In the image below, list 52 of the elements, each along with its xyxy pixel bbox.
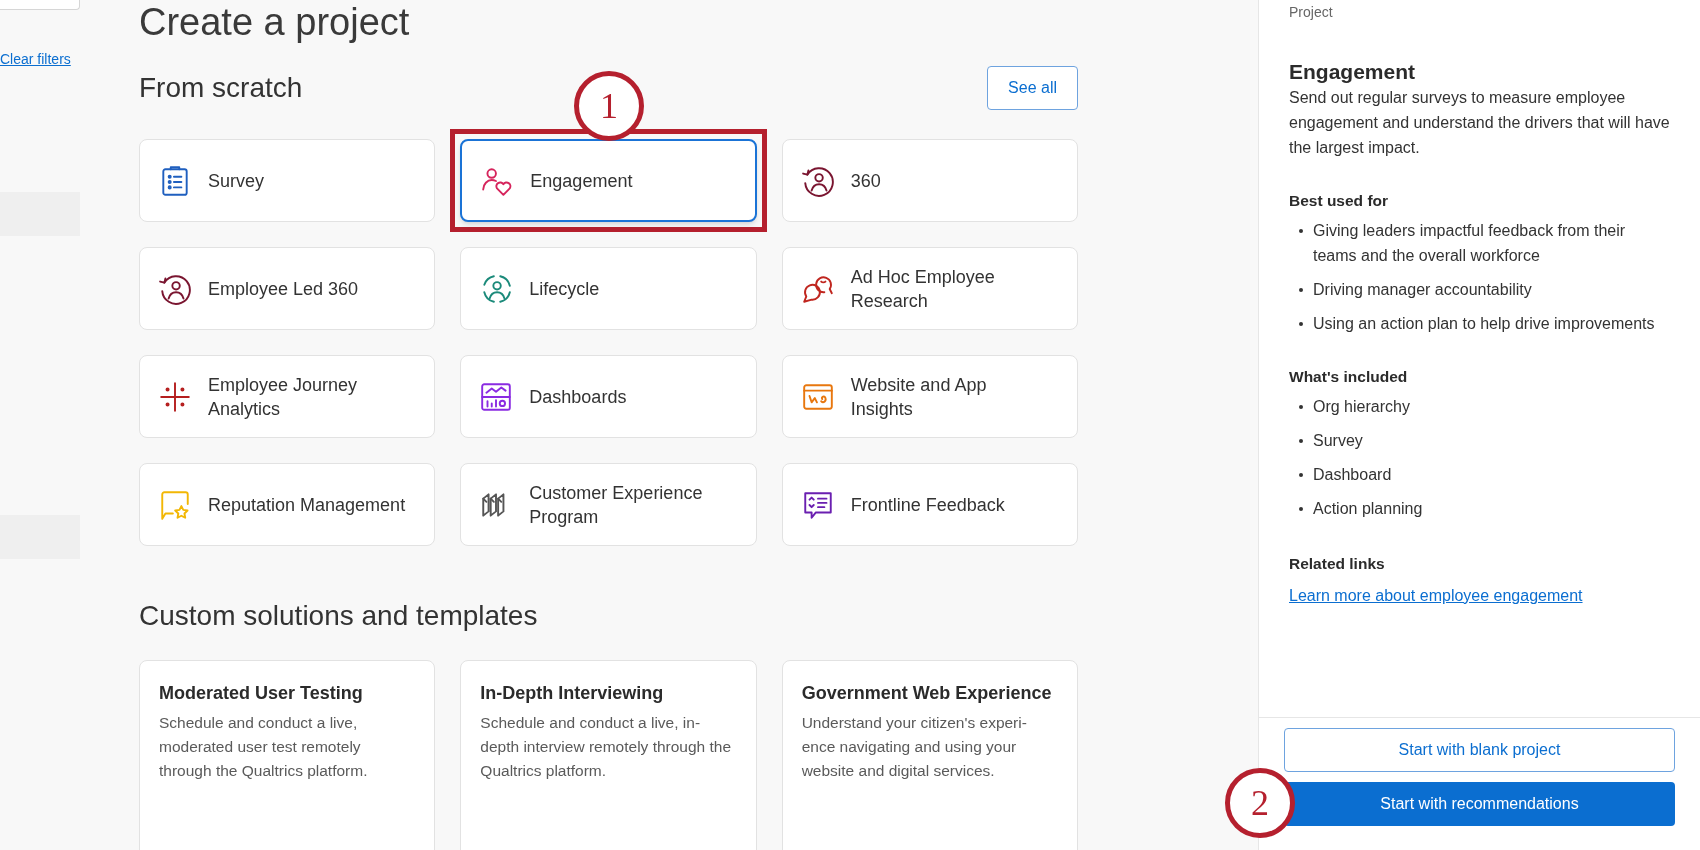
list-item: Survey [1313,431,1363,451]
list-item: Dashboard [1313,465,1392,485]
template-description: Understand your citizen's experi-ence navigating and using your website and digital services. [801,713,1028,781]
list-item: Driving manager accountability [1313,280,1532,300]
template-card[interactable]: In-Depth Interviewing Schedule and conduct a live, in-depth interview remotely through the Qualtrics platform. [460,660,757,850]
bullet-icon [1299,507,1303,511]
list-item: Org hierarchy [1313,397,1410,417]
template-description: Schedule and conduct a live, in-depth interview remotely through the Qualtrics platform. [480,713,733,781]
clear-filters-link[interactable]: Clear filters [0,50,80,68]
panel-title: Engagement [1289,59,1417,85]
template-card[interactable]: Moderated User Testing Schedule and conduct a live, moderated user test remotely through the Qualtrics platform. [139,660,436,850]
project-type-card[interactable]: Lifecycle [460,247,757,330]
bullet-icon [1299,322,1303,326]
project-type-card[interactable]: Website and App Insights [781,355,1078,438]
project-type-card[interactable]: Customer Experience Program [460,463,757,546]
list-item: Using an action plan to help drive improvements [1313,314,1655,334]
filter-field[interactable] [0,0,80,10]
bullet-icon [1299,229,1303,233]
panel-section-heading: What's included [1289,367,1409,387]
learn-more-link[interactable]: Learn more about employee engagement [1289,585,1670,607]
step-callout: 2 [1225,768,1295,838]
step-callout: 1 [574,71,644,141]
project-type-card[interactable]: Survey [139,139,436,222]
see-all-button[interactable]: See all [987,66,1078,110]
template-title: Moderated User Testing [159,682,364,705]
secondary-button[interactable]: Start with blank project [1284,728,1675,772]
panel-section-heading: Best used for [1289,191,1390,211]
project-type-card[interactable]: Ad Hoc Employee Research [781,247,1078,330]
template-title: In-Depth Interviewing [480,682,665,705]
list-item: Giving leaders impactful feedback from their teams and the overall workforce [1313,221,1627,266]
project-type-card[interactable]: 360 [781,139,1078,222]
project-type-card[interactable]: Dashboards [460,355,757,438]
project-type-card[interactable]: Reputation Management [139,463,436,546]
section-heading: From scratch [139,71,303,105]
bullet-icon [1299,288,1303,292]
project-type-card[interactable]: Engagement [460,139,757,222]
panel-description: Send out regular surveys to measure employee engagement and understand the drivers that will have the largest impact. [1289,88,1670,158]
cross-icon [158,379,192,414]
template-description: Schedule and conduct a live, moderated user test remotely through the Qualtrics platform. [159,713,369,781]
panel-section-heading: Related links [1289,554,1386,574]
project-type-card[interactable]: Employee Journey Analytics [139,355,436,438]
project-type-card[interactable]: Frontline Feedback [781,463,1078,546]
bullet-icon [1299,473,1303,477]
list-item: Action planning [1313,499,1423,519]
panel-category: Project [1289,3,1334,21]
template-title: Government Web Experience [801,682,1053,705]
bullet-icon [1299,439,1303,443]
bullet-icon [1299,405,1303,409]
template-card[interactable]: Government Web Experience Understand your citizen's experi-ence navigating and using your website and digital services. [781,660,1078,850]
section-heading: Custom solutions and templates [139,599,539,633]
project-type-card[interactable]: Employee Led 360 [139,247,436,330]
page-title: Create a project [139,0,411,44]
